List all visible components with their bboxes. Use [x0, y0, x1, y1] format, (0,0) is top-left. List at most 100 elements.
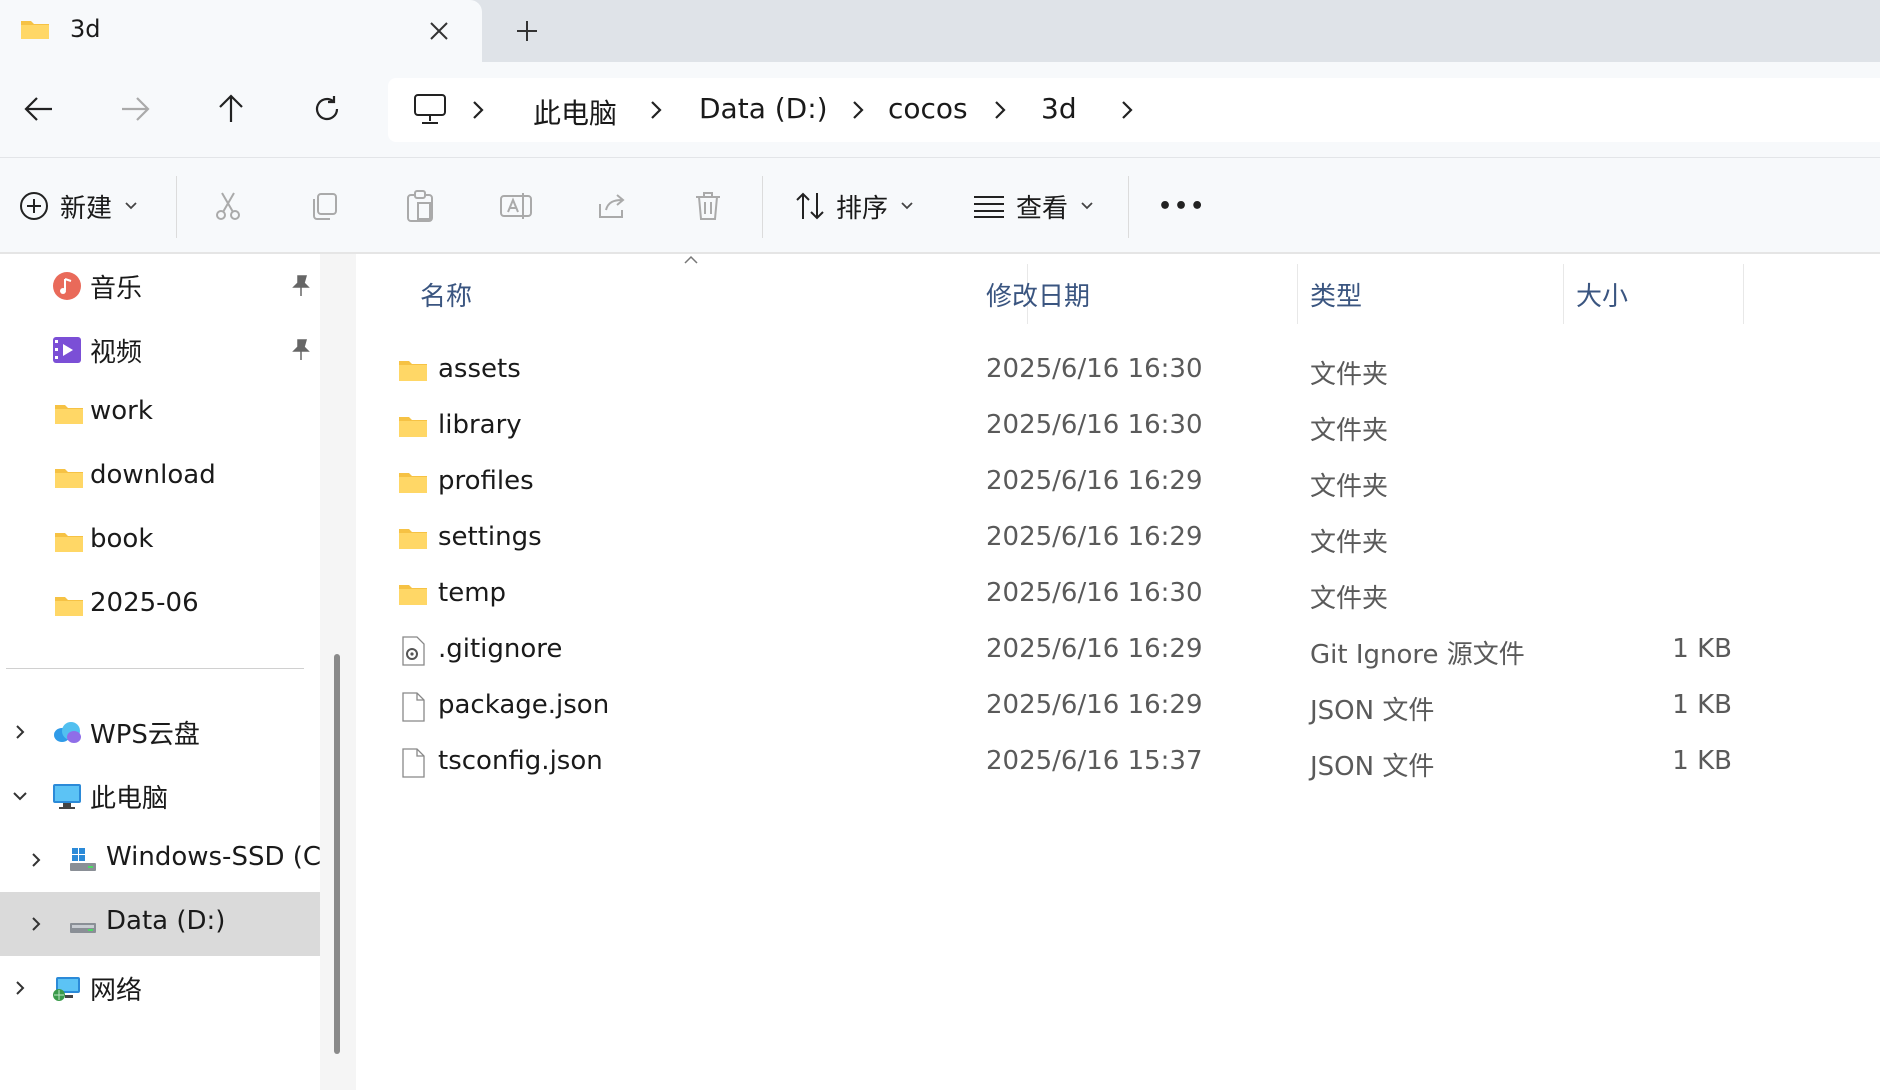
table-row[interactable]: settings 2025/6/16 16:29 文件夹: [356, 510, 1880, 566]
sidebar-scrollbar[interactable]: [320, 254, 356, 1090]
breadcrumb-data-drive[interactable]: Data (D:): [699, 92, 828, 125]
more-icon: •••: [1158, 193, 1207, 219]
back-button[interactable]: [16, 86, 62, 132]
table-row[interactable]: profiles 2025/6/16 16:29 文件夹: [356, 454, 1880, 510]
new-tab-button[interactable]: [508, 12, 546, 50]
table-row[interactable]: .gitignore 2025/6/16 16:29 Git Ignore 源文…: [356, 622, 1880, 678]
table-row[interactable]: tsconfig.json 2025/6/16 15:37 JSON 文件 1 …: [356, 734, 1880, 790]
sidebar-divider: [6, 668, 304, 669]
column-header-label: 名称: [420, 281, 473, 312]
navigation-bar: 此电脑 Data (D:) cocos 3d: [0, 62, 1880, 158]
sidebar-item-this-pc[interactable]: 此电脑: [0, 764, 320, 828]
drive-icon: [70, 923, 96, 933]
copy-button[interactable]: [304, 186, 344, 226]
column-header-size[interactable]: 大小: [1564, 264, 1744, 324]
music-icon: [53, 272, 81, 300]
chevron-right-icon[interactable]: [26, 850, 46, 870]
rename-button[interactable]: [496, 186, 536, 226]
share-icon: [599, 194, 625, 218]
folder-icon: [399, 417, 427, 437]
file-type: 文件夹: [1310, 584, 1389, 614]
address-bar[interactable]: 此电脑 Data (D:) cocos 3d: [388, 78, 1880, 142]
computer-icon: [414, 94, 446, 124]
chevron-right-icon[interactable]: [26, 914, 46, 934]
table-row[interactable]: assets 2025/6/16 16:30 文件夹: [356, 342, 1880, 398]
column-header-name[interactable]: 名称: [408, 264, 1028, 324]
file-date: 2025/6/16 16:30: [986, 410, 1203, 440]
chevron-down-icon[interactable]: [10, 786, 30, 806]
breadcrumb-3d[interactable]: 3d: [1041, 92, 1077, 125]
sort-icon: [796, 192, 824, 220]
scissors-icon: [216, 192, 240, 220]
close-icon: [430, 22, 448, 40]
file-name: .gitignore: [438, 634, 563, 664]
trash-icon: [696, 192, 720, 220]
file-icon: [402, 692, 425, 722]
chevron-right-icon[interactable]: [10, 722, 30, 742]
sidebar-item-label: 2025-06: [90, 588, 199, 618]
computer-icon: [53, 784, 81, 809]
forward-button[interactable]: [112, 86, 158, 132]
file-type: 文件夹: [1310, 416, 1389, 446]
folder-icon: [399, 361, 427, 381]
video-icon: [53, 337, 81, 363]
pin-icon[interactable]: [290, 274, 312, 298]
view-label: 查看: [1016, 193, 1069, 224]
sidebar-item-videos[interactable]: 视频: [0, 318, 320, 382]
scrollbar-thumb[interactable]: [334, 654, 340, 1054]
sidebar-item-label: 此电脑: [90, 784, 169, 814]
chevron-right-icon: [473, 101, 484, 119]
file-name: temp: [438, 578, 507, 608]
up-button[interactable]: [208, 86, 254, 132]
sort-button[interactable]: 排序: [794, 184, 914, 228]
sidebar-item-2025-06[interactable]: 2025-06: [0, 574, 320, 638]
sidebar-item-music[interactable]: 音乐: [0, 254, 320, 318]
new-button[interactable]: 新建: [18, 184, 138, 228]
table-row[interactable]: library 2025/6/16 16:30 文件夹: [356, 398, 1880, 454]
file-type: JSON 文件: [1310, 752, 1435, 782]
column-header-date[interactable]: 修改日期: [974, 264, 1298, 324]
folder-icon: [55, 469, 83, 488]
refresh-button[interactable]: [304, 86, 350, 132]
tab-3d[interactable]: 3d: [0, 0, 482, 62]
file-date: 2025/6/16 16:30: [986, 578, 1203, 608]
chevron-right-icon: [1122, 101, 1133, 119]
command-bar: 新建 排序 查看 •••: [0, 158, 1880, 254]
sidebar-item-drive-c[interactable]: Windows-SSD (C:): [0, 828, 340, 892]
file-date: 2025/6/16 16:29: [986, 522, 1203, 552]
view-button[interactable]: 查看: [972, 184, 1094, 228]
folder-icon: [399, 473, 427, 493]
sidebar-item-label: download: [90, 460, 216, 490]
pin-icon[interactable]: [290, 338, 312, 362]
sidebar-item-work[interactable]: work: [0, 382, 320, 446]
sidebar-item-drive-d[interactable]: Data (D:): [0, 892, 320, 956]
breadcrumb-cocos[interactable]: cocos: [888, 92, 968, 125]
close-tab-button[interactable]: [422, 14, 456, 48]
breadcrumb-this-pc[interactable]: 此电脑: [533, 92, 617, 132]
sidebar-item-wps-cloud[interactable]: WPS云盘: [0, 700, 320, 764]
file-date: 2025/6/16 16:29: [986, 466, 1203, 496]
table-row[interactable]: package.json 2025/6/16 16:29 JSON 文件 1 K…: [356, 678, 1880, 734]
sidebar-item-network[interactable]: 网络: [0, 956, 320, 1020]
sidebar-item-label: Windows-SSD (C:): [106, 842, 340, 872]
more-options-button[interactable]: •••: [1158, 184, 1206, 228]
chevron-right-icon: [853, 101, 864, 119]
file-size: 1 KB: [1672, 690, 1732, 720]
file-name: settings: [438, 522, 542, 552]
network-icon: [53, 977, 80, 1001]
file-name: package.json: [438, 690, 610, 720]
cut-button[interactable]: [208, 186, 248, 226]
table-row[interactable]: temp 2025/6/16 16:30 文件夹: [356, 566, 1880, 622]
chevron-right-icon: [995, 101, 1006, 119]
sidebar-item-label: work: [90, 396, 153, 426]
sidebar-item-download[interactable]: download: [0, 446, 320, 510]
sidebar-item-label: WPS云盘: [90, 720, 200, 750]
paste-button[interactable]: [400, 186, 440, 226]
delete-button[interactable]: [688, 186, 728, 226]
share-button[interactable]: [592, 186, 632, 226]
chevron-right-icon[interactable]: [10, 978, 30, 998]
plus-icon: [517, 21, 537, 41]
new-label: 新建: [60, 193, 113, 224]
column-header-type[interactable]: 类型: [1298, 264, 1564, 324]
sidebar-item-book[interactable]: book: [0, 510, 320, 574]
